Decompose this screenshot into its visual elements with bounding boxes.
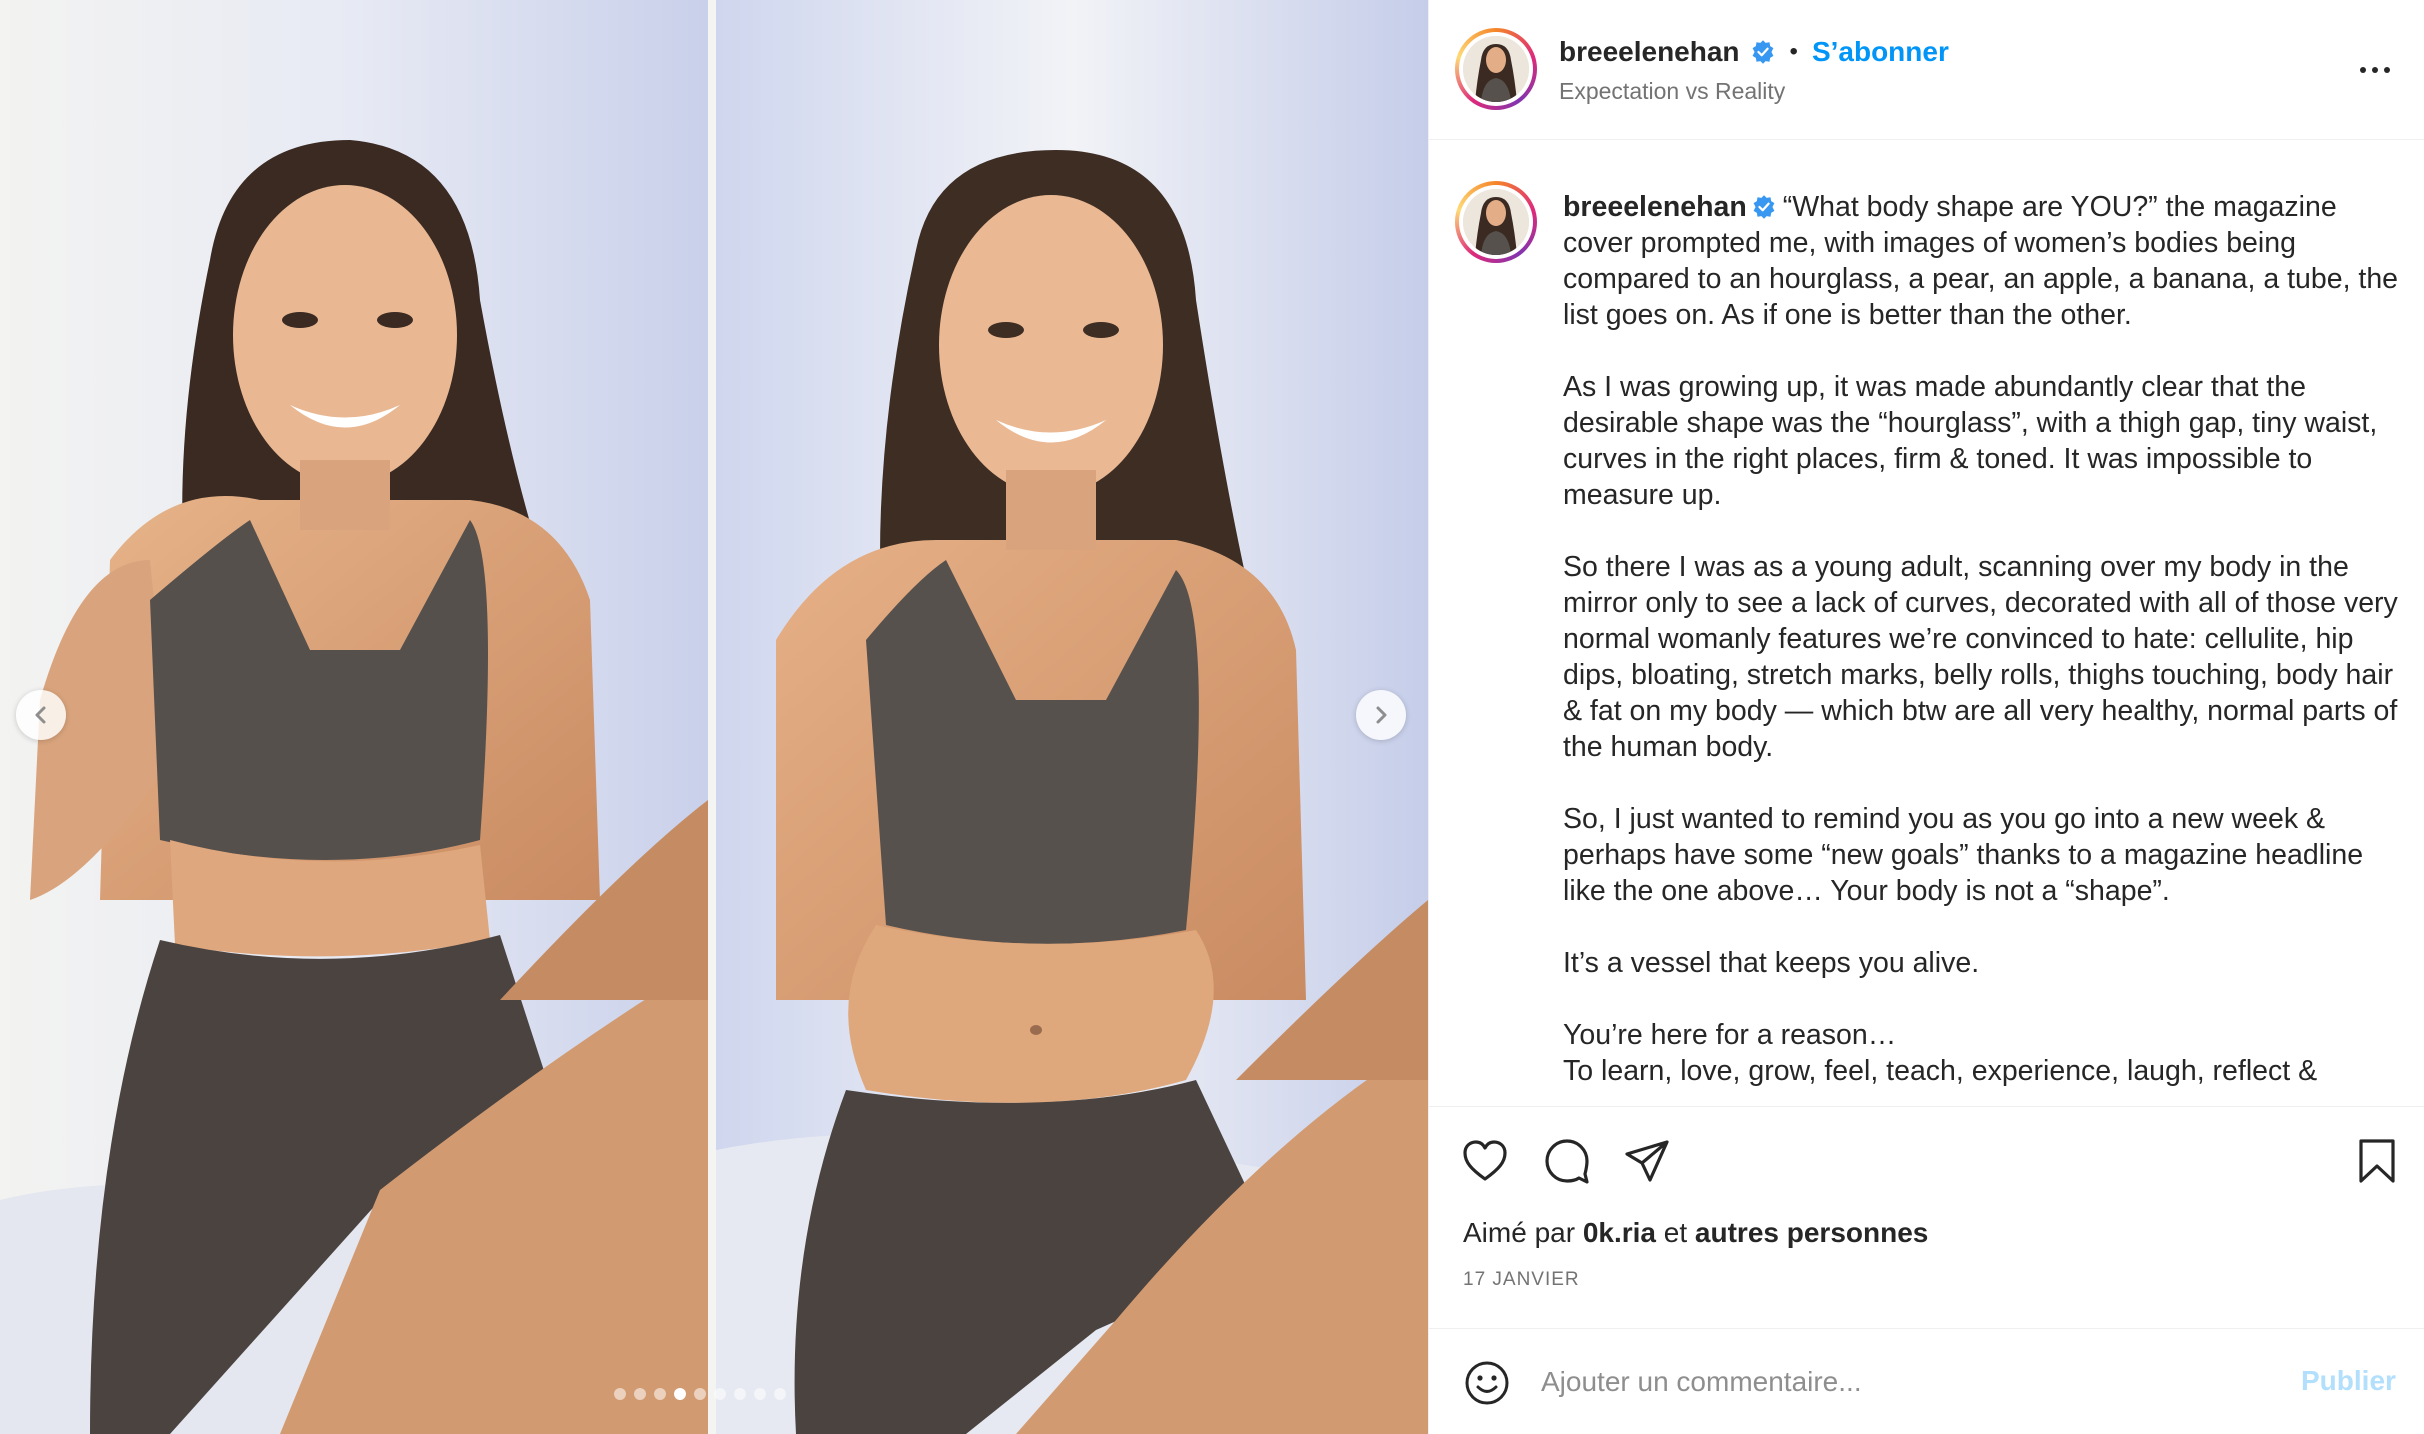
carousel-next-button[interactable] bbox=[1356, 690, 1406, 740]
comment-input[interactable] bbox=[1541, 1351, 2241, 1413]
carousel-indicator bbox=[614, 1388, 786, 1400]
like-button[interactable] bbox=[1459, 1135, 1511, 1187]
carousel-image-expectation bbox=[0, 0, 708, 1434]
chevron-right-icon bbox=[1376, 706, 1387, 724]
separator-dot: • bbox=[1789, 38, 1798, 65]
liked-by-user-link[interactable]: 0k.ria bbox=[1583, 1217, 1656, 1248]
caption-paragraph: It’s a vessel that keeps you alive. bbox=[1563, 947, 1980, 979]
carousel-dot bbox=[714, 1388, 726, 1400]
image-divider bbox=[708, 0, 716, 1434]
carousel-dot bbox=[614, 1388, 626, 1400]
post-media-carousel[interactable] bbox=[0, 0, 1428, 1434]
carousel-dot bbox=[774, 1388, 786, 1400]
verified-badge-icon bbox=[1753, 195, 1775, 219]
more-options-icon bbox=[2360, 67, 2366, 73]
carousel-dot bbox=[754, 1388, 766, 1400]
comment-icon bbox=[1545, 1139, 1589, 1184]
likes-others-link[interactable]: autres personnes bbox=[1695, 1217, 1928, 1248]
carousel-dot bbox=[694, 1388, 706, 1400]
post-header: breeelenehan • S’abonner Expectation vs … bbox=[1429, 0, 2424, 140]
carousel-dot bbox=[634, 1388, 646, 1400]
comment-button[interactable] bbox=[1541, 1135, 1593, 1187]
carousel-dot bbox=[654, 1388, 666, 1400]
post-actions: Aimé par 0k.ria et autres personnes 17 J… bbox=[1429, 1106, 2424, 1328]
post-location[interactable]: Expectation vs Reality bbox=[1559, 78, 1785, 105]
verified-badge-icon bbox=[1752, 40, 1773, 64]
carousel-prev-button[interactable] bbox=[16, 690, 66, 740]
caption-paragraph: You’re here for a reason… bbox=[1563, 1019, 1897, 1051]
post-details-panel: breeelenehan • S’abonner Expectation vs … bbox=[1428, 0, 2424, 1434]
caption-username[interactable]: breeelenehan bbox=[1563, 191, 1747, 223]
more-options-button[interactable] bbox=[2353, 50, 2397, 90]
share-button[interactable] bbox=[1621, 1135, 1673, 1187]
chevron-left-icon bbox=[35, 706, 46, 724]
caption-paragraph: To learn, love, grow, feel, teach, exper… bbox=[1563, 1055, 2318, 1087]
save-button[interactable] bbox=[2351, 1135, 2403, 1187]
caption-section[interactable]: breeelenehan “What body shape are YOU?” t… bbox=[1429, 141, 2424, 1106]
likes-conjunction: et bbox=[1663, 1217, 1688, 1248]
caption-paragraph: So there I was as a young adult, scannin… bbox=[1563, 551, 2398, 763]
publish-button[interactable]: Publier bbox=[2301, 1365, 2396, 1397]
caption-avatar[interactable] bbox=[1455, 181, 1537, 263]
carousel-image-reality bbox=[716, 0, 1428, 1434]
caption-text: breeelenehan “What body shape are YOU?” t… bbox=[1563, 189, 2403, 1089]
post-author-username[interactable]: breeelenehan bbox=[1559, 36, 1740, 68]
avatar[interactable] bbox=[1455, 28, 1537, 110]
caption-paragraph: So, I just wanted to remind you as you g… bbox=[1563, 803, 2364, 907]
share-icon bbox=[1625, 1140, 1669, 1182]
post-date[interactable]: 17 JANVIER bbox=[1463, 1269, 1580, 1291]
carousel-dot bbox=[734, 1388, 746, 1400]
follow-button[interactable]: S’abonner bbox=[1812, 36, 1949, 68]
likes-prefix: Aimé par bbox=[1463, 1217, 1576, 1248]
emoji-icon[interactable] bbox=[1463, 1359, 1511, 1407]
caption-paragraph: As I was growing up, it was made abundan… bbox=[1563, 371, 2378, 511]
add-comment-bar: Publier bbox=[1429, 1328, 2424, 1434]
carousel-dot bbox=[674, 1388, 686, 1400]
bookmark-icon bbox=[2359, 1139, 2395, 1183]
heart-icon bbox=[1463, 1140, 1507, 1181]
likes-summary: Aimé par 0k.ria et autres personnes bbox=[1463, 1217, 1928, 1249]
